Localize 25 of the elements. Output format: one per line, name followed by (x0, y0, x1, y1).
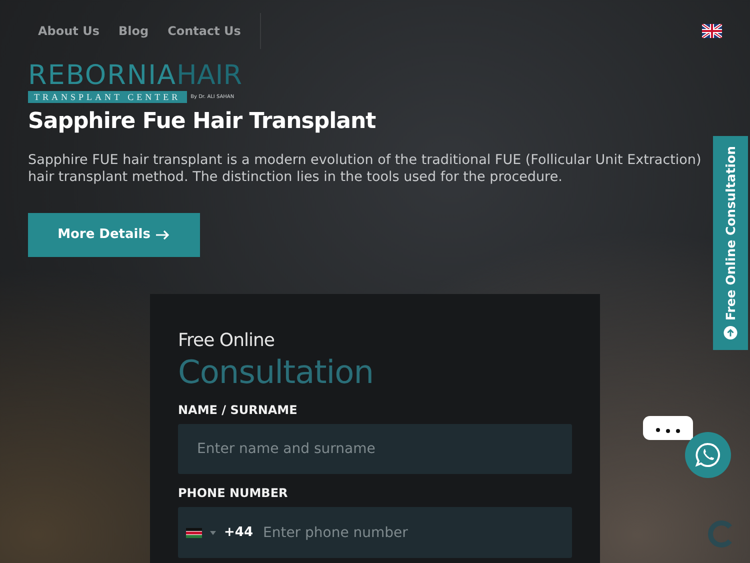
form-title: Consultation (178, 352, 374, 391)
logo-wordmark: REBORNIA (28, 62, 177, 89)
logo-wordmark-accent: HAIR (176, 62, 242, 89)
phone-input-field[interactable]: Enter phone number (260, 524, 553, 542)
nav-link[interactable]: Contact Us (168, 24, 241, 38)
hero-text: Sapphire FUE hair transplant is a modern evolution of the traditional FUE (Follicular Unit Extraction) hair transplant method. The distinction lies in the tools used for the procedure. (28, 152, 702, 186)
more-details-button[interactable]: More Details (28, 212, 200, 257)
field-label: PHONE NUMBER (178, 486, 289, 500)
caret-icon (210, 530, 216, 534)
flag-icon[interactable] (186, 528, 202, 538)
nav-link[interactable]: Blog (118, 24, 149, 38)
chat-phone-icon (695, 442, 721, 468)
field-label: NAME / SURNAME (178, 402, 298, 417)
consultation-side-tab[interactable]: Free Online Consultation (713, 136, 748, 350)
typing-bubble-icon (642, 415, 694, 441)
arrow-up-icon (722, 326, 739, 340)
country-code: +44 (224, 525, 253, 540)
nav-link[interactable]: About Us (38, 24, 100, 38)
name-input-field[interactable]: Enter name and surname (178, 424, 572, 474)
logo-tagline: TRANSPLANT CENTER (28, 91, 187, 103)
arrow-right-icon (156, 230, 170, 240)
hero-title: Sapphire Fue Hair Transplant (28, 109, 377, 134)
flag-icon[interactable] (702, 24, 722, 38)
phone-field[interactable]: +44 Enter phone number (178, 507, 572, 558)
form-kicker: Free Online (178, 330, 276, 351)
